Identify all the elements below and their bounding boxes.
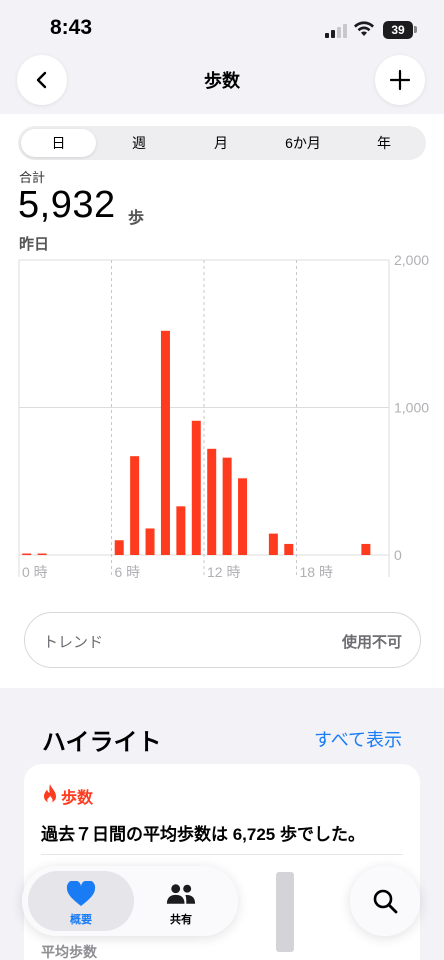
people-icon [166,884,196,904]
chart-bar [130,456,140,555]
show-all-link[interactable]: すべて表示 [314,726,402,752]
heart-icon [66,881,96,906]
chart-bar [222,457,232,555]
chart-bar [268,533,278,555]
segment-month[interactable]: 月 [182,129,260,157]
nav-bar: 歩数 [0,55,444,105]
trend-status: 使用不可 [341,634,402,651]
x-tick-label: 18 時 [300,564,333,580]
flame-icon [44,784,56,803]
chart-bar [284,543,294,555]
x-tick-label: 0 時 [22,564,48,580]
battery-indicator: 39 [383,21,413,39]
tab-sharing[interactable]: 共有 [128,871,234,931]
x-tick-label: 6 時 [115,564,141,580]
chart-bar [361,543,371,555]
highlights-heading: ハイライト [42,729,162,756]
chart-bar [191,420,201,555]
trend-label: トレンド [43,634,104,651]
period-segmented-control: 日 週 月 6か月 年 [18,126,426,160]
status-bar: 8:43 39 [0,0,444,56]
add-data-button[interactable] [375,55,425,105]
tab-bar: 概要 共有 [22,866,238,936]
y-tick-label: 1,000 [394,400,429,416]
tab-summary[interactable]: 概要 [28,871,134,931]
y-tick-label: 2,000 [394,254,429,268]
plus-icon [389,69,411,91]
battery-cap [414,26,417,33]
total-steps-unit: 歩 [128,210,145,227]
chart-bar [176,506,186,555]
chart-bar [160,330,170,555]
total-steps-value: 5,932 [18,184,116,226]
chart-bar [37,553,47,556]
highlight-category: 歩数 [61,790,94,807]
cellular-signal-icon [325,24,347,38]
segment-year[interactable]: 年 [346,129,422,157]
highlight-subtitle: 平均歩数 [41,944,97,960]
tab-sharing-label: 共有 [170,914,192,926]
status-time: 8:43 [50,16,93,39]
hourly-steps-chart[interactable]: 2,000 1,000 0 0 時 6 時 12 時 18 時 [0,254,444,584]
chart-bar [207,448,217,555]
chart-bar [238,478,248,555]
segment-week[interactable]: 週 [100,129,178,157]
chart-bar [145,528,155,555]
segment-day[interactable]: 日 [21,129,96,157]
search-icon [373,889,398,914]
search-button[interactable] [350,866,420,936]
y-tick-label: 0 [394,547,402,563]
divider [41,854,403,855]
tab-summary-label: 概要 [70,914,92,926]
highlight-mini-bar [276,872,294,952]
steps-chart-card: 日 週 月 6か月 年 合計 5,932 歩 昨日 2,000 1,000 0 0 時… [0,114,444,688]
chart-bar [22,553,32,556]
wifi-icon [354,21,374,36]
date-label: 昨日 [19,236,50,253]
x-tick-label: 12 時 [207,564,240,580]
highlight-text: 過去７日間の平均歩数は 6,725 歩でした。 [41,825,365,844]
trend-button[interactable]: トレンド 使用不可 [24,612,421,668]
segment-six-months[interactable]: 6か月 [264,129,342,157]
chart-bar [114,540,124,555]
